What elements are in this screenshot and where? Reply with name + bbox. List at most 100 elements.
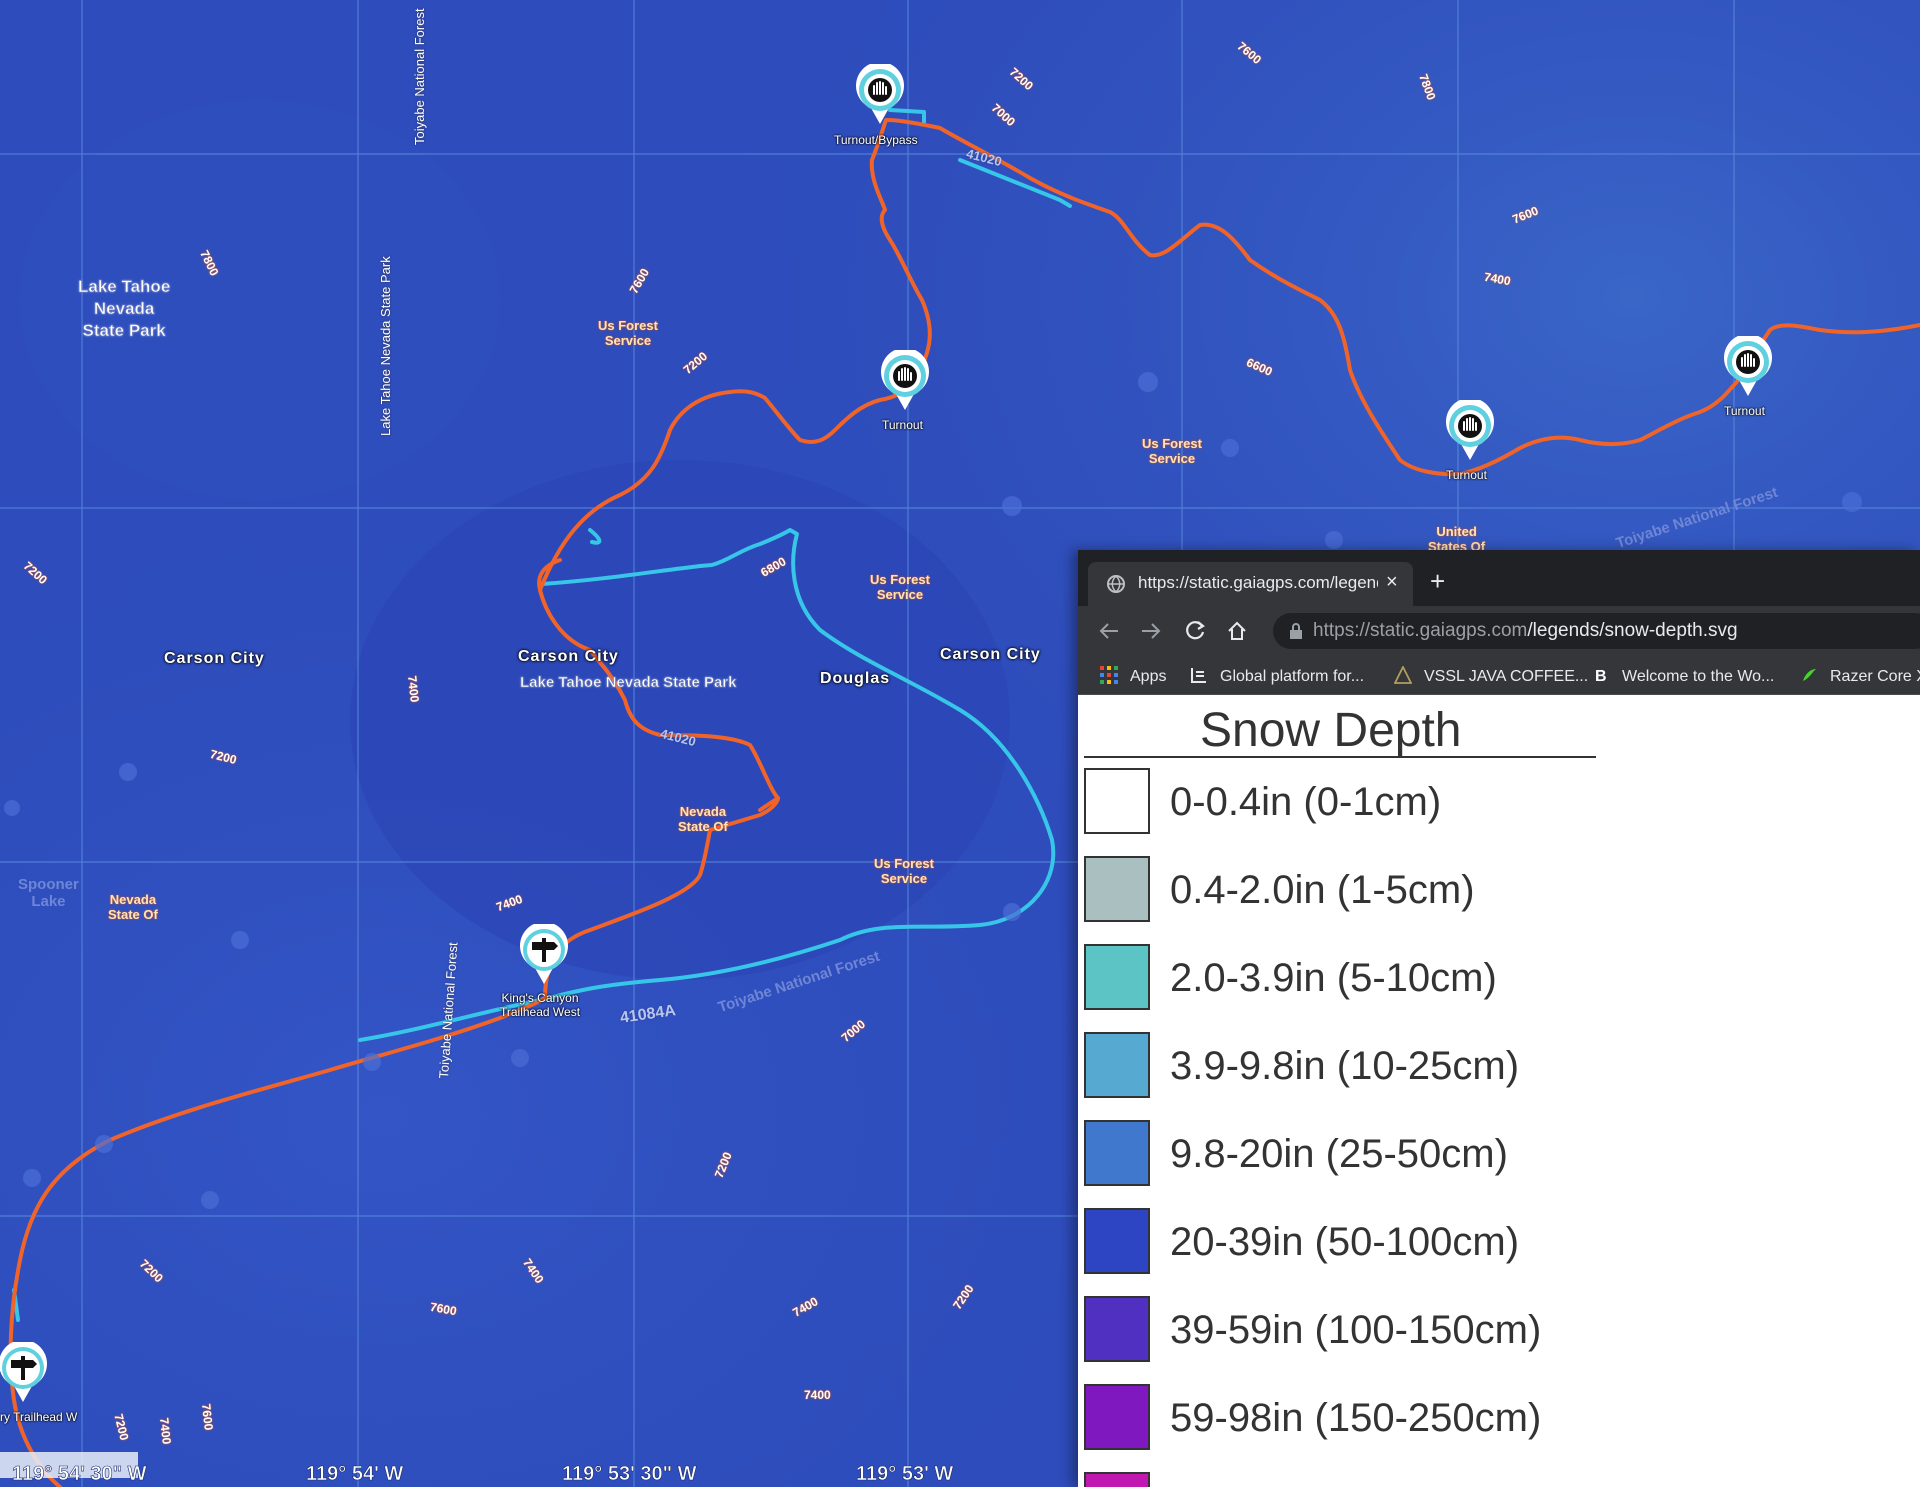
trailhead-sign-icon: [520, 921, 568, 984]
legend-label: 0.4-2.0in (1-5cm): [1170, 868, 1475, 912]
waypoint-label: King's Canyon Trailhead West: [500, 991, 581, 1019]
url-host: https://static.gaiagps.com: [1313, 620, 1528, 641]
browser-window[interactable]: https://static.gaiagps.com/legends × + h…: [1078, 550, 1920, 1487]
agency-label-usfs-1: Us Forest Service: [598, 318, 658, 348]
place-label-carson-city-center: Carson City: [518, 648, 619, 665]
waypoint-label: ry Trailhead W: [0, 1410, 78, 1424]
legend-title: Snow Depth: [1200, 704, 1462, 757]
stop-hand-icon: [881, 347, 929, 410]
stop-hand-icon: [1724, 333, 1772, 396]
bookmark-icon: B: [1595, 668, 1607, 684]
bookmark-label: Global platform for...: [1220, 668, 1365, 685]
coordinate-label: 119° 53' 30" W: [562, 1463, 697, 1486]
legend-title-rule: [1084, 756, 1596, 758]
legend-item: [1084, 1472, 1914, 1487]
bookmark-vssl-java[interactable]: VSSL JAVA COFFEE...: [1394, 666, 1588, 686]
bookmark-label: Welcome to the Wo...: [1622, 668, 1775, 685]
legend-item: 39-59in (100-150cm): [1084, 1296, 1914, 1366]
waypoint-kings-canyon[interactable]: [518, 921, 570, 986]
apps-grid-icon: [1100, 666, 1118, 684]
coordinate-label: 119° 54' W: [306, 1463, 404, 1486]
url-path: /legends/snow-depth.svg: [1527, 620, 1738, 641]
agency-label-usfs-4: Us Forest Service: [874, 856, 934, 886]
stop-hand-icon: [1446, 397, 1494, 460]
legend-item: 0.4-2.0in (1-5cm): [1084, 856, 1914, 926]
agency-label-usfs-3: Us Forest Service: [870, 572, 930, 602]
place-label-douglas: Douglas: [820, 670, 891, 687]
globe-icon: [1107, 575, 1125, 593]
new-tab-button[interactable]: +: [1430, 566, 1445, 597]
legend-swatch: [1084, 1472, 1150, 1487]
address-bar[interactable]: https://static.gaiagps.com/legends/snow-…: [1273, 613, 1920, 649]
contour-label: 7400: [156, 1416, 174, 1446]
legend-swatch: [1084, 1120, 1150, 1186]
legend-swatch: [1084, 856, 1150, 922]
place-label-carson-city-west: Carson City: [164, 650, 265, 667]
legend-item: 0-0.4in (0-1cm): [1084, 768, 1914, 838]
contour-label: 7400: [404, 674, 422, 704]
bookmark-icon: [1803, 669, 1816, 681]
browser-toolbar: https://static.gaiagps.com/legends/snow-…: [1078, 606, 1920, 656]
home-icon[interactable]: [1226, 620, 1248, 642]
legend-swatch: [1084, 768, 1150, 834]
bookmark-label: Razer Core X: [1830, 668, 1920, 685]
bookmark-label: VSSL JAVA COFFEE...: [1424, 668, 1589, 685]
trailhead-sign-icon: [0, 1339, 47, 1402]
waypoint-turnout-2[interactable]: [1444, 397, 1496, 462]
bookmark-welcome[interactable]: B Welcome to the Wo...: [1592, 666, 1774, 686]
tab-title: https://static.gaiagps.com/legends: [1138, 573, 1378, 592]
coordinate-label: 119° 54' 30" W: [12, 1463, 147, 1486]
legend-swatch: [1084, 1384, 1150, 1450]
legend-label: 20-39in (50-100cm): [1170, 1220, 1520, 1264]
legend-label: 59-98in (150-250cm): [1170, 1396, 1542, 1440]
waypoint-turnout-1[interactable]: [879, 347, 931, 412]
park-label-lake-tahoe-inline: Lake Tahoe Nevada State Park: [520, 674, 737, 692]
legend-item: 9.8-20in (25-50cm): [1084, 1120, 1914, 1190]
bookmark-icon: [1394, 666, 1412, 684]
agency-label-nevada-1: Nevada State Of: [678, 804, 728, 834]
park-label-lake-tahoe: Lake Tahoe Nevada State Park: [78, 277, 171, 341]
waypoint-turnout-bypass[interactable]: [854, 61, 906, 126]
place-label-carson-city-east: Carson City: [940, 646, 1041, 663]
waypoint-label: Turnout/Bypass: [834, 133, 918, 147]
bookmark-apps[interactable]: Apps: [1100, 666, 1166, 686]
forward-arrow-icon[interactable]: [1140, 621, 1162, 641]
waypoint-label: Turnout: [882, 418, 923, 432]
close-tab-icon[interactable]: ×: [1386, 571, 1398, 594]
reload-icon[interactable]: [1184, 620, 1206, 642]
legend-label: 9.8-20in (25-50cm): [1170, 1132, 1508, 1176]
legend-label: 3.9-9.8in (10-25cm): [1170, 1044, 1520, 1088]
legend-item: 20-39in (50-100cm): [1084, 1208, 1914, 1278]
lock-icon: [1290, 623, 1302, 639]
coordinate-label: 119° 53' W: [856, 1463, 954, 1486]
contour-label: 7400: [804, 1388, 831, 1402]
svg-text:B: B: [1595, 668, 1607, 684]
legend-item: 59-98in (150-250cm): [1084, 1384, 1914, 1454]
legend-swatch: [1084, 1032, 1150, 1098]
legend-label: 2.0-3.9in (5-10cm): [1170, 956, 1497, 1000]
bookmark-label: Apps: [1130, 668, 1167, 685]
bookmark-razer[interactable]: Razer Core X: [1800, 666, 1920, 686]
legend-swatch: [1084, 1208, 1150, 1274]
waypoint-bottom-trailhead[interactable]: [0, 1339, 49, 1404]
back-arrow-icon[interactable]: [1098, 621, 1120, 641]
stop-hand-icon: [856, 61, 904, 124]
bookmarks-bar: Apps Global platform for... VSSL JAVA CO…: [1078, 656, 1920, 695]
lake-label-spooner: Spooner Lake: [18, 876, 79, 910]
legend-label: 0-0.4in (0-1cm): [1170, 780, 1442, 824]
agency-label-nevada-2: Nevada State Of: [108, 892, 158, 922]
waypoint-label: Turnout: [1446, 468, 1487, 482]
legend-item: 2.0-3.9in (5-10cm): [1084, 944, 1914, 1014]
legend-item: 3.9-9.8in (10-25cm): [1084, 1032, 1914, 1102]
bookmark-icon: [1191, 668, 1206, 683]
waypoint-label: Turnout: [1724, 404, 1765, 418]
bookmark-global-platform[interactable]: Global platform for...: [1190, 666, 1364, 686]
legend-swatch: [1084, 1296, 1150, 1362]
tab-strip: https://static.gaiagps.com/legends × +: [1078, 550, 1920, 606]
forest-label-lake-tahoe-vertical: Lake Tahoe Nevada State Park: [378, 256, 393, 436]
browser-tab[interactable]: https://static.gaiagps.com/legends ×: [1088, 562, 1413, 606]
legend-swatch: [1084, 944, 1150, 1010]
contour-label: 7600: [198, 1402, 216, 1432]
legend-label: 39-59in (100-150cm): [1170, 1308, 1542, 1352]
waypoint-turnout-3[interactable]: [1722, 333, 1774, 398]
